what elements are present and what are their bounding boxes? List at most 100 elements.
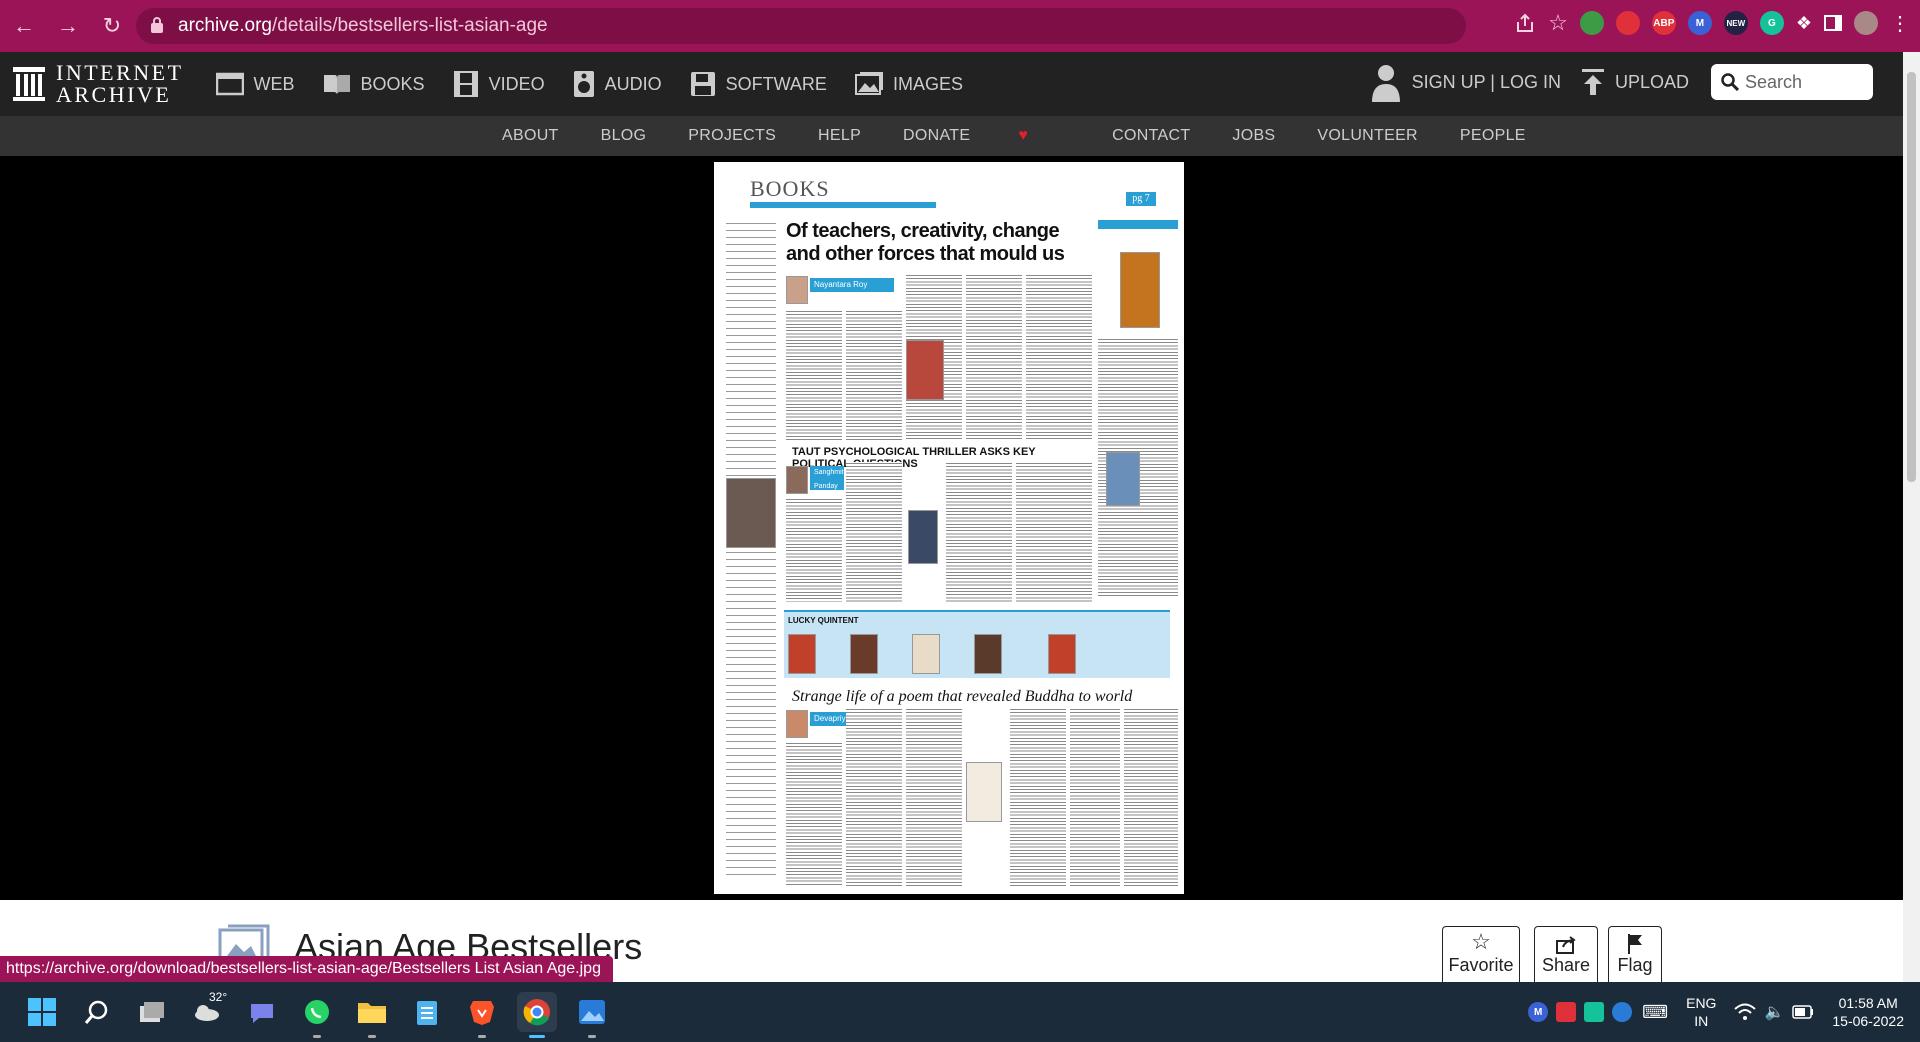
np-article-3-col-d [1010, 708, 1066, 886]
np-article-2-col-b [846, 462, 902, 602]
favorite-button[interactable]: ☆ Favorite [1442, 926, 1520, 982]
media-books[interactable]: BOOKS [323, 72, 425, 96]
image-viewer[interactable]: BOOKS pg 7 Of teachers, creativity, chan… [0, 156, 1903, 900]
chrome-icon [523, 999, 550, 1026]
subnav-donate-label: DONATE [903, 127, 971, 144]
volume-icon[interactable]: 🔈 [1764, 1002, 1784, 1022]
np-quintent-cover-4 [974, 634, 1002, 674]
np-article-3-col-a [786, 742, 842, 886]
web-icon [215, 72, 244, 96]
np-book-cover-island [908, 510, 938, 564]
speaker-icon [573, 71, 594, 97]
notepad-button[interactable] [407, 992, 447, 1032]
extension-grammarly-icon[interactable]: G [1759, 11, 1784, 35]
ia-search-input[interactable]: Search [1711, 64, 1873, 100]
profile-avatar[interactable] [1854, 11, 1878, 35]
back-icon[interactable]: ← [4, 6, 44, 46]
media-software[interactable]: SOFTWARE [690, 71, 827, 97]
subnav-about[interactable]: ABOUT [502, 127, 559, 145]
battery-icon[interactable] [1792, 1005, 1814, 1019]
subnav-projects[interactable]: PROJECTS [688, 127, 776, 145]
logo-line-internet: INTERNET [56, 60, 184, 85]
tray-green-icon[interactable] [1584, 1002, 1605, 1022]
puzzle-icon[interactable]: ❖ [1796, 13, 1812, 34]
task-view-button[interactable] [132, 992, 172, 1032]
keyboard-icon[interactable]: ⌨ [1642, 1002, 1668, 1023]
np-book-cover-recommended [1120, 252, 1160, 328]
clock[interactable]: 01:58 AM 15-06-2022 [1832, 994, 1904, 1030]
newspaper-page-image[interactable]: BOOKS pg 7 Of teachers, creativity, chan… [714, 162, 1184, 894]
subnav-help[interactable]: HELP [818, 127, 861, 145]
extension-globe-icon[interactable] [1579, 11, 1604, 35]
running-indicator [588, 1035, 596, 1038]
extension-abp-icon[interactable]: ABP [1651, 11, 1676, 35]
language-indicator[interactable]: ENG IN [1686, 994, 1716, 1030]
np-section-title: BOOKS [750, 176, 830, 201]
page-scrollbar[interactable] [1903, 52, 1920, 982]
subnav-people[interactable]: PEOPLE [1460, 127, 1526, 145]
share-button[interactable]: Share [1534, 926, 1598, 982]
windows-logo-icon [28, 998, 56, 1026]
media-video[interactable]: VIDEO [453, 71, 545, 97]
signup-login-link[interactable]: SIGN UP | LOG IN [1412, 72, 1561, 93]
np-lucky-quintent-box: LUCKY QUINTENT [784, 610, 1170, 678]
books-icon [323, 75, 350, 94]
np-book-cover-1 [906, 340, 944, 400]
np-headline-1: Of teachers, creativity, change and othe… [786, 220, 1065, 265]
share-page-icon[interactable] [1514, 12, 1536, 34]
search-icon [84, 1000, 108, 1024]
address-bar[interactable]: archive.org/details/bestsellers-list-asi… [136, 8, 1466, 44]
subnav-contact[interactable]: CONTACT [1112, 127, 1190, 145]
lang-line-1: ENG [1686, 995, 1717, 1011]
weather-widget[interactable]: 32° [187, 990, 227, 1032]
ia-logo[interactable]: INTERNET ARCHIVE [12, 62, 184, 106]
ia-top-nav: INTERNET ARCHIVE WEB BOOKS VIDEO AUDIO SO… [0, 52, 1903, 116]
extension-new-icon[interactable]: NEW [1723, 11, 1748, 35]
np-article-2-col-d [1016, 462, 1092, 602]
tray-shield-icon[interactable] [1612, 1002, 1633, 1022]
brave-browser-button[interactable] [462, 992, 502, 1038]
media-audio[interactable]: AUDIO [573, 70, 662, 98]
media-label: WEB [253, 73, 295, 94]
subnav-blog[interactable]: BLOG [601, 127, 647, 145]
reload-icon[interactable]: ↻ [92, 6, 132, 46]
subnav-donate[interactable]: DONATE ♥ [903, 127, 1070, 145]
np-article-3-col-c [906, 708, 962, 886]
extension-block-icon[interactable] [1615, 11, 1640, 35]
tray-m-icon[interactable]: M [1528, 1002, 1549, 1022]
image-icon [854, 72, 883, 95]
np-reviewer-photo-3 [786, 710, 808, 738]
running-indicator [368, 1035, 376, 1038]
bookmark-star-icon[interactable]: ☆ [1548, 10, 1568, 36]
start-button[interactable] [22, 992, 62, 1032]
tray-red-icon[interactable] [1556, 1002, 1577, 1022]
extension-m-icon[interactable]: M [1687, 11, 1712, 35]
media-web[interactable]: WEB [215, 72, 295, 96]
np-page-number: pg 7 [1126, 192, 1156, 206]
photos-button[interactable] [572, 992, 612, 1038]
np-article-1-col-a [786, 310, 842, 440]
chat-app-button[interactable] [242, 992, 282, 1032]
running-indicator [478, 1035, 486, 1038]
share-label: Share [1541, 955, 1591, 975]
subnav-volunteer[interactable]: VOLUNTEER [1317, 127, 1418, 145]
logo-line-archive: ARCHIVE [56, 82, 172, 107]
side-panel-icon[interactable] [1824, 15, 1842, 31]
url-path: /details/bestsellers-list-asian-age [272, 15, 548, 36]
file-explorer-button[interactable] [352, 992, 392, 1038]
menu-dots-icon[interactable]: ⋮ [1890, 11, 1910, 36]
notepad-icon [417, 1001, 437, 1025]
forward-icon[interactable]: → [48, 6, 88, 46]
chat-icon [251, 1004, 273, 1023]
chrome-button[interactable] [517, 992, 557, 1038]
subnav-jobs[interactable]: JOBS [1232, 127, 1275, 145]
scrollbar-thumb[interactable] [1907, 72, 1916, 482]
flag-button[interactable]: Flag [1608, 926, 1662, 982]
upload-link[interactable]: UPLOAD [1615, 72, 1689, 93]
np-quintent-cover-1 [788, 634, 816, 674]
media-images[interactable]: IMAGES [854, 72, 963, 96]
star-icon: ☆ [1471, 929, 1491, 954]
wifi-icon[interactable] [1734, 1003, 1757, 1021]
whatsapp-button[interactable] [297, 992, 337, 1038]
search-taskbar-button[interactable] [77, 992, 117, 1032]
